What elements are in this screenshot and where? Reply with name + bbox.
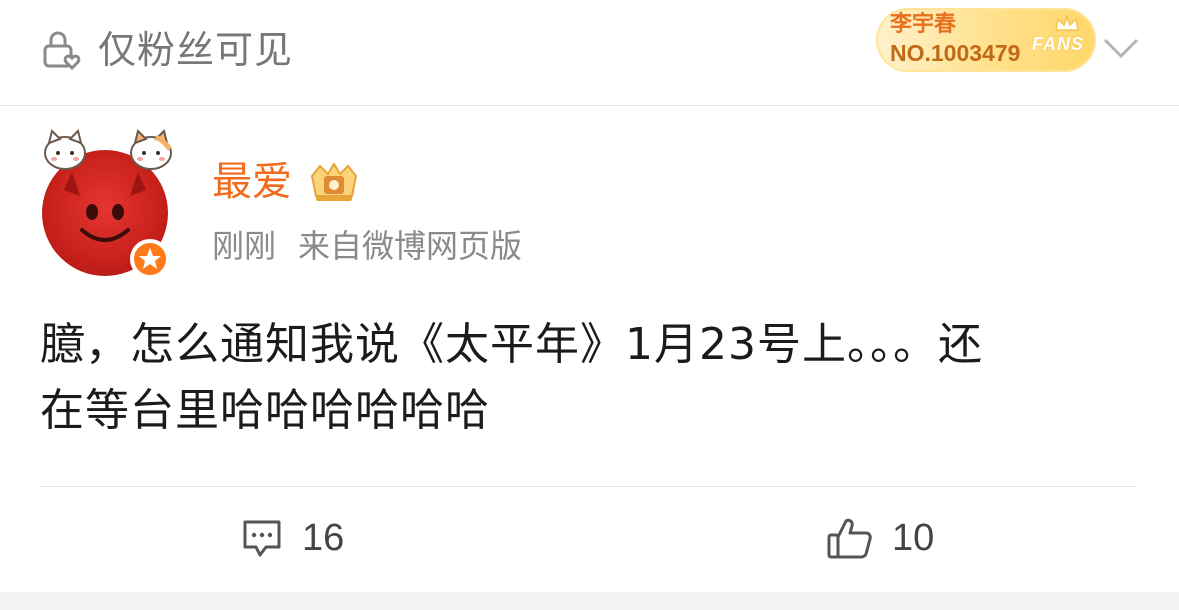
avatar-container[interactable]: [40, 125, 180, 280]
fan-badge-name: 李宇春: [890, 12, 957, 37]
lock-icon: [43, 31, 81, 71]
cat-sticker-icon: [130, 129, 172, 170]
vip-crown-icon[interactable]: [306, 160, 362, 204]
star-icon: [139, 248, 161, 269]
like-count: 10: [892, 517, 935, 559]
post-meta: 刚刚 来自微博网页版: [212, 230, 522, 262]
comment-count: 16: [302, 517, 345, 559]
crown-icon: [1055, 14, 1079, 31]
post-source: 来自微博网页版: [298, 227, 523, 265]
thumbs-up-icon: [827, 518, 872, 559]
visibility-label: 仅粉丝可见: [98, 28, 294, 72]
author-row: 最爱: [212, 160, 362, 204]
author-name[interactable]: 最爱: [212, 162, 292, 202]
fan-badge-fans-text: FANS: [1031, 34, 1084, 54]
cat-sticker-icon: [44, 129, 86, 170]
verified-badge: [130, 239, 170, 279]
top-divider: [0, 105, 1179, 106]
post-time: 刚刚: [212, 227, 277, 265]
post-text-line: 在等台里哈哈哈哈哈哈: [40, 385, 490, 436]
comment-icon: [243, 520, 281, 557]
post-text-line: 臆，怎么通知我说《太平年》1月23号上。。。还: [40, 319, 983, 370]
post-content: 臆，怎么通知我说《太平年》1月23号上。。。还 在等台里哈哈哈哈哈哈: [40, 312, 1140, 444]
top-bar: 仅粉丝可见 李宇春 NO.1003479 FANS: [0, 0, 1179, 105]
visibility-setting[interactable]: 仅粉丝可见: [40, 28, 293, 72]
like-button[interactable]: 10: [826, 514, 934, 562]
content-divider: [40, 486, 1137, 487]
bottom-strip: [0, 592, 1179, 610]
fan-badge[interactable]: 李宇春 NO.1003479 FANS: [876, 8, 1096, 72]
chevron-down-icon[interactable]: [1102, 36, 1140, 60]
fan-badge-number: NO.1003479: [890, 40, 1021, 66]
comment-button[interactable]: 16: [240, 514, 344, 562]
